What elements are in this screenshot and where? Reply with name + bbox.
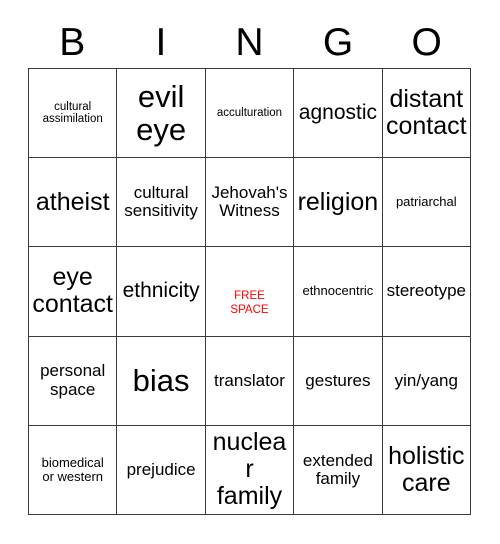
bingo-cell[interactable]: acculturation: [205, 69, 295, 159]
bingo-header-letter-i: I: [155, 20, 167, 64]
bingo-cell[interactable]: distant contact: [382, 69, 471, 159]
bingo-cell[interactable]: prejudice: [117, 425, 206, 515]
bingo-cell[interactable]: religion: [294, 158, 383, 248]
bingo-cell[interactable]: atheist: [29, 158, 118, 248]
bingo-cell-label: stereotype: [386, 281, 466, 301]
bingo-cell[interactable]: biomedical or western: [29, 425, 118, 515]
bingo-cell[interactable]: holistic care: [382, 425, 471, 515]
bingo-header-letter-g: G: [322, 20, 354, 64]
bingo-cell-label: personal space: [40, 361, 106, 399]
bingo-cell-label: yin/yang: [394, 370, 458, 390]
bingo-card: B I N G O cultural assimilation evil eye a…: [0, 0, 500, 544]
bingo-cell[interactable]: agnostic: [294, 69, 383, 159]
bingo-header-letter-o: O: [411, 20, 442, 64]
bingo-cell-label: holistic care: [388, 441, 465, 497]
bingo-cell[interactable]: eye contact: [29, 247, 118, 337]
bingo-cell[interactable]: Jehovah's Witness: [205, 158, 295, 248]
bingo-cell[interactable]: translator: [205, 336, 295, 426]
bingo-cell[interactable]: personal space: [29, 336, 118, 426]
bingo-grid: cultural assimilation evil eye acculturati…: [28, 68, 471, 515]
bingo-cell-label: ethnicity: [122, 279, 200, 303]
bingo-cell-label: acculturation: [216, 106, 283, 119]
bingo-cell[interactable]: bias: [117, 336, 206, 426]
bingo-cell-label: Jehovah's Witness: [211, 182, 288, 221]
bingo-cell-label: eye contact: [32, 263, 113, 319]
bingo-cell-label: cultural sensitivity: [124, 182, 198, 221]
bingo-cell[interactable]: cultural sensitivity: [117, 158, 206, 248]
bingo-cell[interactable]: ethnocentric: [294, 247, 383, 337]
bingo-cell[interactable]: stereotype: [382, 247, 471, 337]
bingo-cell[interactable]: ethnicity: [117, 247, 206, 337]
bingo-cell-label: FREE SPACE: [230, 290, 269, 317]
bingo-cell-label: agnostic: [298, 100, 377, 124]
bingo-cell-label: distant contact: [385, 85, 467, 141]
bingo-cell-label: evil eye: [136, 78, 187, 148]
bingo-header-letter-n: N: [235, 20, 264, 64]
bingo-cell[interactable]: extended family: [294, 425, 383, 515]
bingo-cell-label: prejudice: [126, 459, 196, 479]
bingo-cell[interactable]: patriarchal: [382, 158, 471, 248]
bingo-cell-label: extended family: [302, 450, 373, 488]
bingo-cell-label: biomedical or western: [41, 454, 104, 484]
bingo-free-space-cell[interactable]: FREE SPACE: [205, 247, 295, 337]
bingo-cell[interactable]: cultural assimilation: [29, 69, 118, 159]
bingo-cell[interactable]: yin/yang: [382, 336, 471, 426]
bingo-cell[interactable]: gestures: [294, 336, 383, 426]
bingo-cell-label: atheist: [35, 187, 110, 216]
bingo-cell-label: patriarchal: [395, 194, 457, 210]
bingo-cell-label: religion: [297, 187, 379, 216]
bingo-cell[interactable]: evil eye: [117, 69, 206, 159]
bingo-cell-label: bias: [132, 362, 190, 398]
bingo-cell-label: translator: [214, 370, 285, 390]
bingo-cell-label: gestures: [305, 370, 371, 390]
bingo-cell[interactable]: nuclear family: [205, 425, 295, 515]
bingo-header: B I N G O: [28, 16, 471, 68]
bingo-cell-label: ethnocentric: [302, 283, 374, 299]
bingo-cell-label: cultural assimilation: [42, 100, 103, 126]
bingo-cell-label: nuclear family: [212, 428, 287, 511]
bingo-header-letter-b: B: [59, 20, 86, 64]
